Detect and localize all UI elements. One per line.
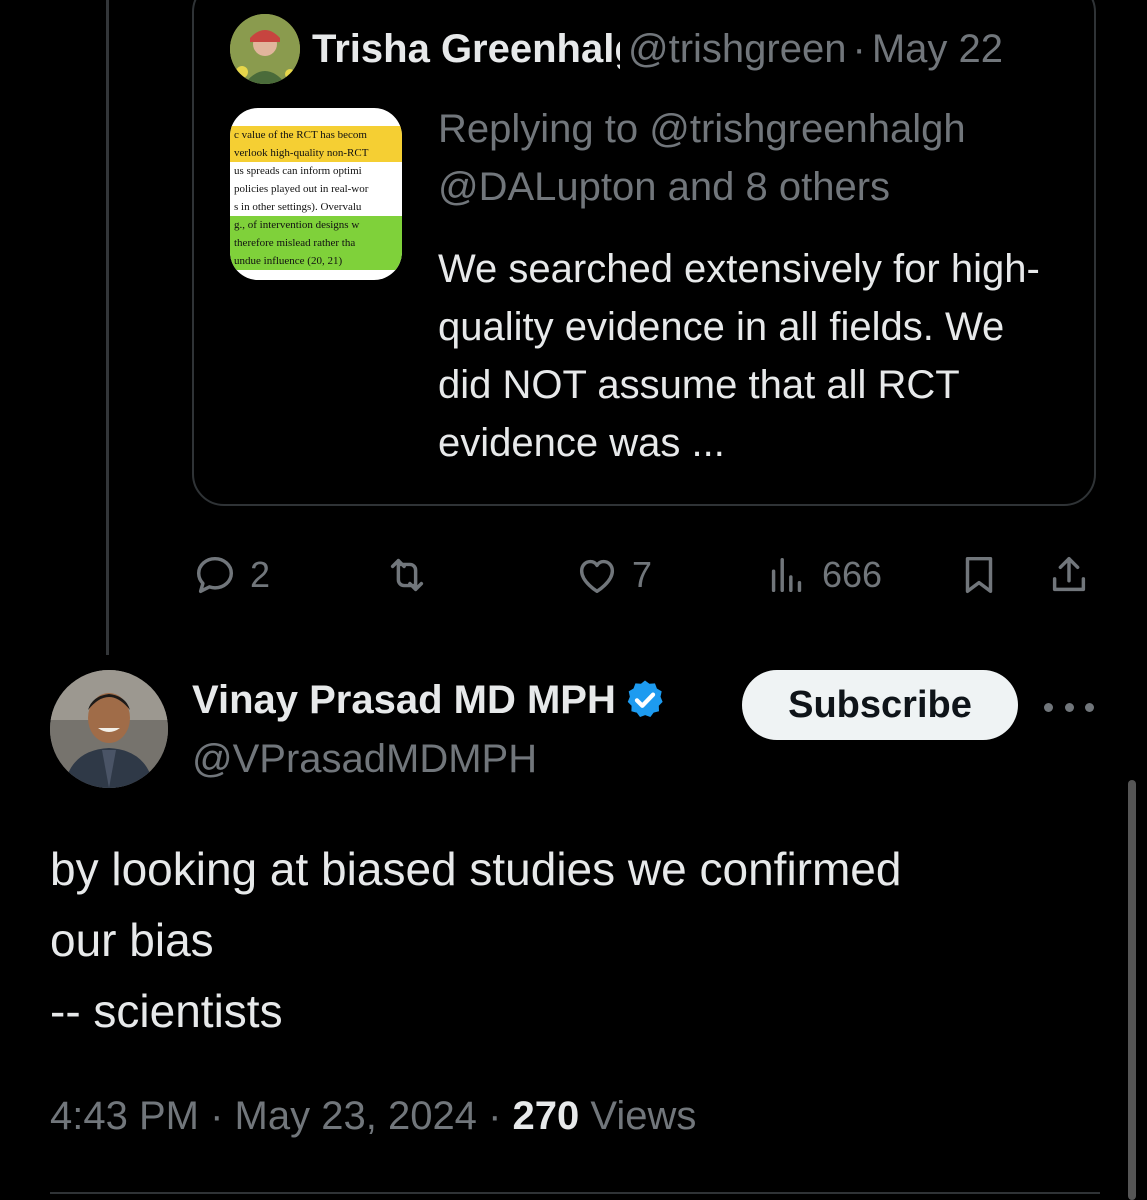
- quoted-author-handle[interactable]: @trishgreen: [628, 27, 846, 71]
- tweet-text-line: by looking at biased studies we confirme…: [50, 843, 902, 895]
- view-count: 666: [822, 554, 883, 595]
- tweet-text-line: -- scientists: [50, 985, 283, 1037]
- replying-to-context: Replying to @trishgreenhalgh @DALupton a…: [438, 100, 1068, 216]
- retweet-button[interactable]: [384, 545, 442, 605]
- quoted-author-avatar[interactable]: [230, 14, 300, 84]
- tweet-action-bar: 2 7 666: [192, 545, 1102, 605]
- tweet-time[interactable]: 4:43 PM: [50, 1094, 199, 1138]
- thread-connector-line: [106, 0, 109, 655]
- like-count: 7: [632, 554, 653, 595]
- like-button[interactable]: 7: [574, 545, 652, 605]
- views-label: Views: [590, 1094, 697, 1138]
- avatar-image: [230, 14, 300, 84]
- quoted-author-name[interactable]: Trisha Greenhalgh: [312, 22, 620, 76]
- main-author-avatar[interactable]: [50, 670, 168, 788]
- share-icon: [1052, 556, 1086, 592]
- bookmark-icon: [965, 556, 993, 594]
- thumbnail-text-line: s in other settings). Overvalu: [234, 201, 362, 213]
- thumbnail-text-line: c value of the RCT has becom: [230, 126, 402, 144]
- subscribe-button[interactable]: Subscribe: [742, 670, 1018, 740]
- main-author-name-row: Vinay Prasad MD MPH: [192, 672, 668, 728]
- meta-separator: ·: [488, 1094, 502, 1138]
- avatar-image: [50, 670, 168, 788]
- thumbnail-text-line: us spreads can inform optimi: [234, 165, 362, 177]
- reply-icon: [196, 556, 234, 594]
- quoted-tweet-text: We searched extensively for high-quality…: [438, 247, 1040, 465]
- replying-to-line[interactable]: @DALupton and 8 others: [438, 158, 1068, 216]
- views-button[interactable]: 666: [764, 545, 882, 605]
- heart-icon: [579, 559, 615, 594]
- verified-badge-icon[interactable]: [622, 677, 668, 723]
- divider: [50, 1192, 1100, 1194]
- thumbnail-text-line: g., of intervention designs w: [230, 216, 402, 234]
- views-count: 270: [512, 1094, 580, 1138]
- main-author-name[interactable]: Vinay Prasad MD MPH: [192, 678, 616, 723]
- analytics-icon: [771, 557, 802, 593]
- quoted-tweet-date[interactable]: May 22: [872, 27, 1003, 71]
- quoted-tweet-image[interactable]: c value of the RCT has becom verlook hig…: [230, 108, 402, 280]
- meta-separator: ·: [210, 1094, 224, 1138]
- bookmark-button[interactable]: [956, 545, 1002, 605]
- more-options-icon[interactable]: [1044, 692, 1094, 722]
- thumbnail-text-line: policies played out in real-wor: [234, 183, 369, 195]
- main-author-handle[interactable]: @VPrasadMDMPH: [192, 734, 537, 784]
- retweet-icon: [390, 558, 424, 592]
- header-separator: ·: [852, 27, 866, 71]
- tweet-text-line: our bias: [50, 914, 214, 966]
- thumbnail-text-line: verlook high-quality non-RCT: [230, 144, 402, 162]
- replying-to-line[interactable]: Replying to @trishgreenhalgh: [438, 100, 1068, 158]
- tweet-date[interactable]: May 23, 2024: [235, 1094, 477, 1138]
- share-button[interactable]: [1046, 545, 1092, 605]
- thumbnail-text-line: undue influence (20, 21): [230, 252, 402, 270]
- scrollbar[interactable]: [1128, 780, 1136, 1200]
- quoted-tweet-header: Trisha Greenhalgh@trishgreen·May 22: [312, 22, 1072, 76]
- thumbnail-text-line: therefore mislead rather tha: [230, 234, 402, 252]
- reply-count: 2: [250, 554, 271, 595]
- main-tweet-text: by looking at biased studies we confirme…: [50, 834, 1090, 1047]
- tweet-metadata: 4:43 PM · May 23, 2024 · 270 Views: [50, 1088, 696, 1144]
- reply-button[interactable]: 2: [192, 545, 270, 605]
